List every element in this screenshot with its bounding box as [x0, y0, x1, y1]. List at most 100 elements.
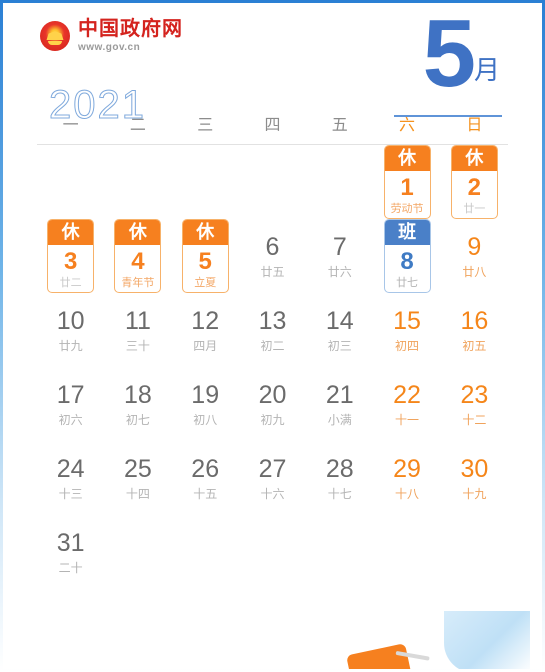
day-number: 10: [56, 306, 85, 335]
day-lunar-label: 初七: [125, 412, 150, 427]
day-cell-6[interactable]: 6 廿五: [239, 219, 306, 293]
day-cell-9[interactable]: 9 廿八: [441, 219, 508, 293]
day-badge-card-5[interactable]: 休 5 立夏: [181, 219, 229, 293]
day-cell-17[interactable]: 17 初六: [37, 367, 104, 441]
day-cell-20[interactable]: 20 初九: [239, 367, 306, 441]
rest-day-tag: 休: [48, 220, 94, 245]
day-lunar-label: 廿八: [462, 264, 487, 279]
day-badge-body: 2 廿一: [452, 171, 497, 218]
day-lunar-label: 十八: [395, 486, 420, 501]
day-lunar-label: 十四: [125, 486, 150, 501]
day-cell-16[interactable]: 16 初五: [441, 293, 508, 367]
day-lunar-label: 二十: [58, 560, 83, 575]
day-lunar-label: 初五: [462, 338, 487, 353]
day-cell-18[interactable]: 18 初七: [104, 367, 171, 441]
calendar-header: 中国政府网 www.gov.cn 5 月 2021: [3, 3, 542, 126]
weekday-header-2: 三: [197, 117, 214, 134]
day-number: 21: [325, 380, 354, 409]
day-number: 24: [56, 454, 85, 483]
day-badge-card-8[interactable]: 班 8 廿七: [383, 219, 431, 293]
day-cell-3[interactable]: 休 3 廿二: [37, 219, 104, 293]
day-lunar-label: 廿九: [58, 338, 83, 353]
day-lunar-label: 初八: [193, 412, 218, 427]
day-number: 29: [393, 454, 421, 483]
day-cell-2[interactable]: 休 2 廿一: [441, 145, 508, 219]
day-badge-body: 4 青年节: [115, 245, 160, 292]
brand-url: www.gov.cn: [78, 42, 141, 53]
day-cell-1[interactable]: 休 1 劳动节: [373, 145, 440, 219]
year-label: 2021: [49, 83, 146, 127]
rest-day-tag: 休: [451, 146, 497, 171]
day-lunar-label: 十七: [327, 486, 352, 501]
day-lunar-label: 十一: [395, 412, 420, 427]
rest-day-tag: 休: [384, 146, 430, 171]
rest-day-tag: 休: [115, 220, 161, 245]
weekday-header-4: 五: [331, 117, 348, 134]
day-badge-card-1[interactable]: 休 1 劳动节: [383, 145, 431, 219]
day-lunar-label: 廿六: [327, 264, 352, 279]
day-lunar-label: 十五: [193, 486, 218, 501]
day-cell-5[interactable]: 休 5 立夏: [172, 219, 239, 293]
day-lunar-label: 十九: [462, 486, 487, 501]
brand-name: 中国政府网: [78, 18, 183, 40]
day-badge-card-2[interactable]: 休 2 廿一: [450, 145, 498, 219]
day-cell-26[interactable]: 26 十五: [172, 441, 239, 515]
brand-text: 中国政府网 www.gov.cn: [78, 19, 183, 53]
day-number: 8: [400, 248, 414, 275]
day-cell-8[interactable]: 班 8 廿七: [373, 219, 440, 293]
day-cell-25[interactable]: 25 十四: [104, 441, 171, 515]
day-number: 16: [460, 306, 489, 335]
site-brand[interactable]: 中国政府网 www.gov.cn: [40, 19, 183, 53]
day-number: 22: [393, 380, 421, 409]
day-number: 3: [63, 248, 78, 275]
calendar-grid: 休 1 劳动节休 2 廿一休 3 廿二休 4 青年节休 5 立夏 6 廿五 7 廿六班 8 廿七 9 廿八 10 廿九 1…: [37, 145, 508, 589]
day-number: 20: [258, 380, 287, 409]
day-number: 9: [467, 232, 482, 261]
day-number: 19: [191, 380, 220, 409]
day-lunar-label: 初四: [395, 338, 420, 353]
day-cell-12[interactable]: 12 四月: [172, 293, 239, 367]
day-number: 1: [400, 174, 414, 201]
day-cell-10[interactable]: 10 廿九: [37, 293, 104, 367]
day-cell-24[interactable]: 24 十三: [37, 441, 104, 515]
day-lunar-label: 劳动节: [390, 203, 424, 215]
day-lunar-label: 初六: [58, 412, 83, 427]
day-cell-14[interactable]: 14 初三: [306, 293, 373, 367]
day-number: 7: [332, 232, 347, 261]
day-cell-21[interactable]: 21 小满: [306, 367, 373, 441]
day-badge-body: 8 廿七: [385, 245, 430, 292]
day-number: 15: [393, 306, 421, 335]
day-number: 26: [191, 454, 220, 483]
day-cell-4[interactable]: 休 4 青年节: [104, 219, 171, 293]
day-lunar-label: 四月: [193, 338, 218, 353]
day-number: 4: [131, 248, 145, 275]
day-cell-7[interactable]: 7 廿六: [306, 219, 373, 293]
day-cell-29[interactable]: 29 十八: [373, 441, 440, 515]
day-number: 14: [325, 306, 354, 335]
day-cell-27[interactable]: 27 十六: [239, 441, 306, 515]
month-label: 月: [473, 54, 500, 85]
month-number: 5: [422, 3, 476, 107]
day-badge-card-4[interactable]: 休 4 青年节: [114, 219, 162, 293]
day-cell-30[interactable]: 30 十九: [441, 441, 508, 515]
day-lunar-label: 初三: [327, 338, 352, 353]
day-cell-28[interactable]: 28 十七: [306, 441, 373, 515]
day-cell-11[interactable]: 11 三十: [104, 293, 171, 367]
day-cell-13[interactable]: 13 初二: [239, 293, 306, 367]
day-cell-31[interactable]: 31 二十: [37, 515, 104, 589]
calendar-card: 中国政府网 www.gov.cn 5 月 2021 一二三四五六日 休 1 劳动节休…: [3, 3, 542, 669]
day-lunar-label: 初九: [260, 412, 285, 427]
day-cell-15[interactable]: 15 初四: [373, 293, 440, 367]
day-cell-22[interactable]: 22 十一: [373, 367, 440, 441]
day-number: 30: [460, 454, 489, 483]
day-cell-23[interactable]: 23 十二: [441, 367, 508, 441]
day-number: 17: [56, 380, 85, 409]
month-underline: [394, 115, 502, 117]
decorative-orange-shape: [346, 643, 412, 669]
day-lunar-label: 立夏: [194, 277, 217, 289]
day-lunar-label: 廿五: [260, 264, 285, 279]
day-lunar-label: 廿七: [396, 277, 419, 289]
day-badge-card-3[interactable]: 休 3 廿二: [47, 219, 95, 293]
day-cell-19[interactable]: 19 初八: [172, 367, 239, 441]
day-lunar-label: 十二: [462, 412, 487, 427]
